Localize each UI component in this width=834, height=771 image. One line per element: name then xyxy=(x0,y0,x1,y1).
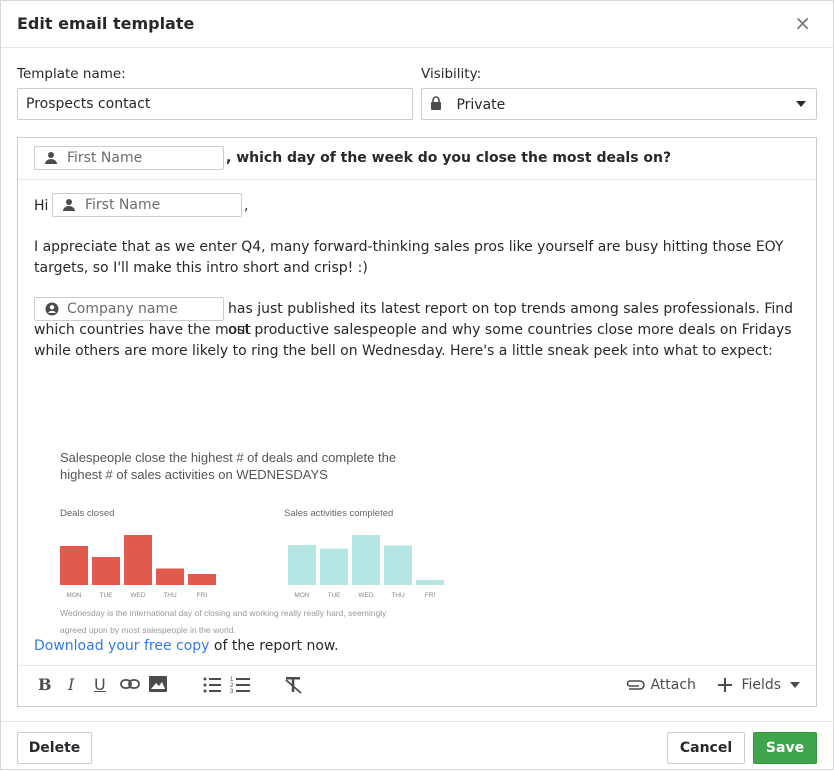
image-icon[interactable] xyxy=(149,676,167,696)
bold-icon[interactable]: B xyxy=(38,675,52,695)
italic-icon[interactable]: I xyxy=(68,675,74,695)
bar-thu xyxy=(156,568,184,585)
template-name-label: Template name: xyxy=(17,66,126,82)
embedded-report-image: Salespeople close the highest # of deals… xyxy=(60,450,444,635)
bar-fri xyxy=(416,580,444,585)
download-link[interactable]: Download your free copy xyxy=(34,638,209,654)
tick-label-fri: FRI xyxy=(425,592,436,599)
download-suffix: of the report now. xyxy=(209,638,339,654)
subject-text: , which day of the week do you close the… xyxy=(226,150,672,166)
person-icon xyxy=(63,199,75,211)
editor-toolbar: B I U 123 Attach Fields xyxy=(18,665,816,706)
download-line: Download your free copy of the report no… xyxy=(34,636,804,657)
tick-label-tue: TUE xyxy=(328,592,342,599)
greeting-text: Hi xyxy=(34,198,49,214)
bar-thu xyxy=(384,545,412,585)
email-editor: First Name , which day of the week do yo… xyxy=(17,137,817,707)
tick-label-thu: THU xyxy=(163,592,177,599)
delete-button[interactable]: Delete xyxy=(17,732,92,764)
svg-text:3: 3 xyxy=(230,689,234,693)
chart-1-label: Deals closed xyxy=(60,508,114,519)
edit-email-template-dialog: Edit email template × Template name: Pro… xyxy=(0,0,834,770)
fields-dropdown[interactable]: Fields xyxy=(718,677,800,697)
bar-tue xyxy=(92,557,120,585)
close-icon[interactable]: × xyxy=(794,12,811,34)
attach-label: Attach xyxy=(650,677,696,693)
tick-label-mon: MON xyxy=(66,592,81,599)
image-caption-line2: agreed upon by most salespeople in the w… xyxy=(60,625,236,635)
bar-mon xyxy=(60,546,88,585)
cancel-button[interactable]: Cancel xyxy=(667,732,745,764)
tick-label-fri: FRI xyxy=(197,592,208,599)
tick-label-thu: THU xyxy=(391,592,405,599)
subject-first-name-chip[interactable]: First Name xyxy=(34,146,224,170)
deals-closed-chart: MON TUE WED THU FRI xyxy=(60,535,216,599)
bulleted-list-icon[interactable] xyxy=(203,677,221,697)
paragraph-1: I appreciate that as we enter Q4, many f… xyxy=(34,239,784,276)
attach-button[interactable]: Attach xyxy=(624,677,696,697)
lock-icon xyxy=(430,96,442,114)
chevron-down-icon xyxy=(789,682,800,688)
visibility-select[interactable]: Private xyxy=(421,88,817,120)
link-icon[interactable] xyxy=(120,678,140,698)
person-icon xyxy=(45,152,57,164)
tick-label-wed: WED xyxy=(130,592,145,599)
subject-line[interactable]: First Name , which day of the week do yo… xyxy=(18,138,816,180)
paperclip-icon xyxy=(626,680,645,690)
dialog-header: Edit email template × xyxy=(1,1,833,48)
image-title-line2: highest # of sales activities on WEDNESD… xyxy=(60,467,328,482)
greeting-suffix: , xyxy=(244,198,249,214)
dialog-title: Edit email template xyxy=(17,14,195,33)
greeting-first-name-chip[interactable]: First Name xyxy=(52,193,242,217)
visibility-label: Visibility: xyxy=(421,66,482,82)
tick-label-mon: MON xyxy=(294,592,309,599)
bar-wed xyxy=(124,535,152,585)
email-body[interactable]: Hi First Name , I appreciate that as we … xyxy=(18,180,816,665)
bar-wed xyxy=(352,535,380,585)
chevron-down-icon xyxy=(796,101,806,107)
fields-label: Fields xyxy=(741,677,782,693)
plus-icon xyxy=(718,678,732,692)
underline-icon[interactable]: U xyxy=(94,675,106,695)
clear-formatting-icon[interactable] xyxy=(284,676,304,696)
image-title-line1: Salespeople close the highest # of deals… xyxy=(60,450,396,465)
image-caption-line1: Wednesday is the international day of cl… xyxy=(60,608,387,618)
tick-label-wed: WED xyxy=(358,592,373,599)
numbered-list-icon[interactable]: 123 xyxy=(230,676,250,696)
sales-activities-chart: MON TUE WED THU FRI xyxy=(288,535,444,599)
company-name-chip[interactable]: Company name xyxy=(34,297,224,321)
chart-2-label: Sales activities completed xyxy=(284,508,393,519)
tick-label-tue: TUE xyxy=(100,592,114,599)
bar-tue xyxy=(320,548,348,585)
paragraph-2-rest: which countries have the most productive… xyxy=(34,322,792,359)
visibility-value: Private xyxy=(456,97,506,113)
subject-first-name-label: First Name xyxy=(67,150,143,166)
bar-mon xyxy=(288,545,316,585)
company-name-label: Company name xyxy=(67,301,178,317)
greeting-first-name-label: First Name xyxy=(85,197,161,213)
user-circle-icon xyxy=(45,302,59,316)
template-name-input[interactable]: Prospects contact xyxy=(17,88,413,120)
bar-fri xyxy=(188,574,216,585)
save-button[interactable]: Save xyxy=(753,732,817,764)
dialog-footer: Delete Cancel Save xyxy=(1,721,833,771)
